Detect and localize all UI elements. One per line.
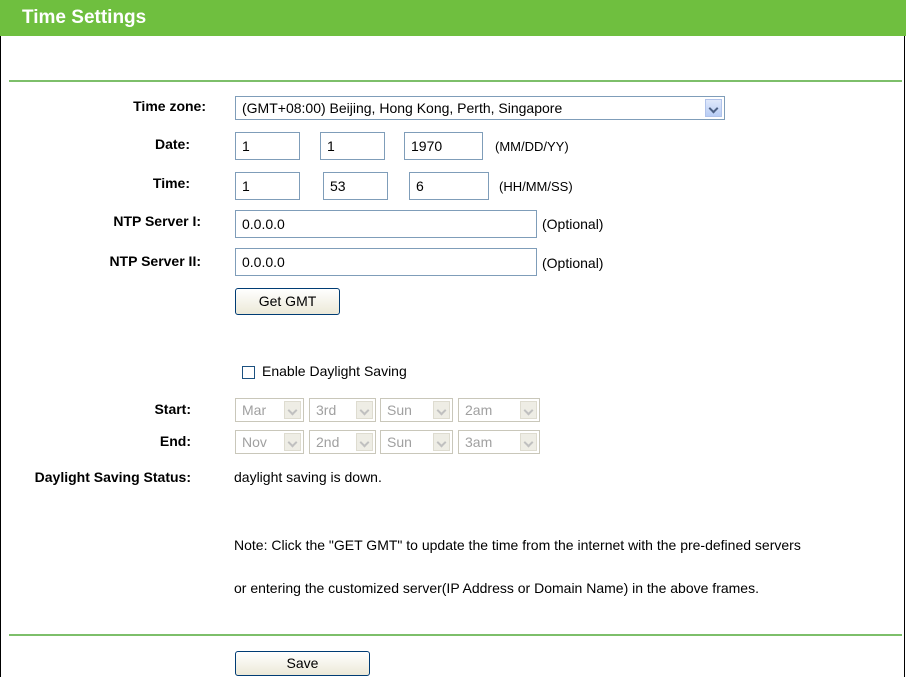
start-hour-select[interactable]: 2am	[458, 398, 540, 422]
chevron-down-icon	[520, 433, 537, 451]
time-zone-value: (GMT+08:00) Beijing, Hong Kong, Perth, S…	[242, 100, 563, 116]
end-label: End:	[159, 433, 191, 449]
ntp-server-1-label: NTP Server I:	[113, 213, 201, 229]
end-hour-value: 3am	[465, 434, 493, 450]
end-hour-select[interactable]: 3am	[458, 430, 540, 454]
chevron-down-icon	[433, 401, 450, 419]
start-week-select[interactable]: 3rd	[309, 398, 376, 422]
end-week-value: 2nd	[316, 434, 340, 450]
end-month-value: Nov	[242, 434, 267, 450]
time-minute-input[interactable]: 53	[323, 172, 388, 200]
ntp-server-2-label: NTP Server II:	[109, 253, 201, 269]
end-month-select[interactable]: Nov	[235, 430, 304, 454]
end-week-select[interactable]: 2nd	[309, 430, 376, 454]
time-zone-label: Time zone:	[133, 98, 206, 114]
chevron-down-icon	[520, 401, 537, 419]
date-format-hint: (MM/DD/YY)	[495, 139, 569, 154]
title-bar: Time Settings	[0, 0, 906, 36]
ntp-server-2-input[interactable]: 0.0.0.0	[235, 248, 537, 276]
daylight-saving-label: Enable Daylight Saving	[262, 363, 407, 379]
start-day-select[interactable]: Sun	[380, 398, 453, 422]
date-month-input[interactable]: 1	[235, 132, 300, 160]
start-week-value: 3rd	[316, 402, 337, 418]
end-day-select[interactable]: Sun	[380, 430, 453, 454]
chevron-down-icon	[284, 401, 301, 419]
start-day-value: Sun	[387, 402, 412, 418]
divider-bottom	[9, 634, 902, 636]
chevron-down-icon	[356, 401, 373, 419]
daylight-status-label: Daylight Saving Status:	[34, 469, 191, 485]
start-month-value: Mar	[242, 402, 267, 418]
time-hour-input[interactable]: 1	[235, 172, 300, 200]
date-label: Date:	[154, 136, 190, 152]
chevron-down-icon	[284, 433, 301, 451]
page-title: Time Settings	[22, 7, 147, 28]
ntp-server-2-hint: (Optional)	[542, 255, 604, 271]
daylight-status-value: daylight saving is down.	[234, 469, 382, 485]
chevron-down-icon	[356, 433, 373, 451]
ntp-server-1-hint: (Optional)	[542, 216, 604, 232]
chevron-down-icon	[705, 99, 722, 117]
save-button[interactable]: Save	[235, 651, 370, 676]
time-format-hint: (HH/MM/SS)	[499, 179, 573, 194]
time-zone-select[interactable]: (GMT+08:00) Beijing, Hong Kong, Perth, S…	[235, 96, 725, 120]
end-day-value: Sun	[387, 434, 412, 450]
time-label: Time:	[152, 175, 190, 191]
date-year-input[interactable]: 1970	[404, 132, 483, 160]
ntp-server-1-input[interactable]: 0.0.0.0	[235, 210, 537, 238]
note-line-2: or entering the customized server(IP Add…	[234, 580, 759, 596]
start-label: Start:	[154, 401, 191, 417]
chevron-down-icon	[433, 433, 450, 451]
date-day-input[interactable]: 1	[320, 132, 385, 160]
daylight-saving-checkbox[interactable]	[242, 366, 255, 379]
note-line-1: Note: Click the "GET GMT" to update the …	[234, 537, 801, 553]
time-second-input[interactable]: 6	[409, 172, 489, 200]
divider-top	[9, 80, 902, 82]
start-month-select[interactable]: Mar	[235, 398, 304, 422]
get-gmt-button[interactable]: Get GMT	[235, 288, 340, 315]
start-hour-value: 2am	[465, 402, 493, 418]
